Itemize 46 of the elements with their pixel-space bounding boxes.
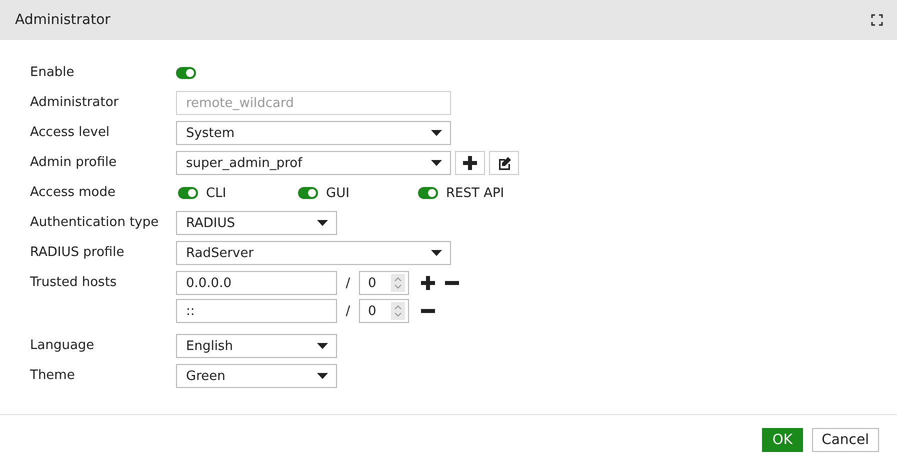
toggle-switch[interactable]: [178, 187, 198, 199]
add-button[interactable]: [455, 151, 485, 175]
toggle-label: CLI: [206, 186, 226, 200]
spinner-icon: [394, 276, 402, 290]
input-field[interactable]: 0.0.0.0: [176, 271, 337, 295]
field-label: Theme: [30, 367, 76, 385]
dropdown[interactable]: super_admin_prof: [176, 151, 451, 175]
caret-icon: [431, 130, 442, 136]
number-field[interactable]: 0: [359, 299, 409, 323]
dropdown[interactable]: English: [176, 334, 337, 358]
toggle-switch[interactable]: [298, 187, 318, 199]
slash-separator: /: [344, 276, 352, 290]
input-field[interactable]: ::: [176, 299, 337, 323]
field-label: Language: [30, 337, 96, 355]
edit-button[interactable]: [489, 151, 519, 175]
toggle-switch[interactable]: [176, 67, 196, 79]
field-label: Access level: [30, 124, 111, 142]
maximize-icon[interactable]: [871, 14, 883, 26]
caret-icon: [317, 220, 328, 226]
slash-separator: /: [344, 304, 352, 318]
field-label: Admin profile: [30, 154, 118, 172]
toggle-label: REST API: [446, 186, 504, 200]
toggle-switch[interactable]: [418, 187, 438, 199]
dropdown[interactable]: RadServer: [176, 241, 451, 265]
caret-icon: [431, 160, 442, 166]
field-label: Administrator: [30, 94, 120, 112]
edit-icon: [498, 156, 510, 170]
dropdown[interactable]: Green: [176, 364, 337, 388]
caret-icon: [317, 373, 328, 379]
plus-icon[interactable]: [421, 276, 435, 290]
field-label: Enable: [30, 64, 76, 82]
cancel-button[interactable]: Cancel: [812, 428, 879, 452]
dropdown[interactable]: System: [176, 121, 451, 145]
window-title: Administrator: [15, 12, 110, 28]
dropdown[interactable]: RADIUS: [176, 211, 337, 235]
field-label: RADIUS profile: [30, 244, 126, 262]
field-label: Access mode: [30, 184, 117, 202]
toggle-label: GUI: [326, 186, 350, 200]
field-label: Authentication type: [30, 214, 160, 232]
spinner-icon: [394, 304, 402, 318]
field-label: Trusted hosts: [30, 274, 118, 292]
ok-button[interactable]: OK: [762, 428, 803, 452]
plus-icon[interactable]: [463, 156, 477, 170]
caret-icon: [431, 250, 442, 256]
number-field[interactable]: 0: [359, 271, 409, 295]
caret-icon: [317, 343, 328, 349]
